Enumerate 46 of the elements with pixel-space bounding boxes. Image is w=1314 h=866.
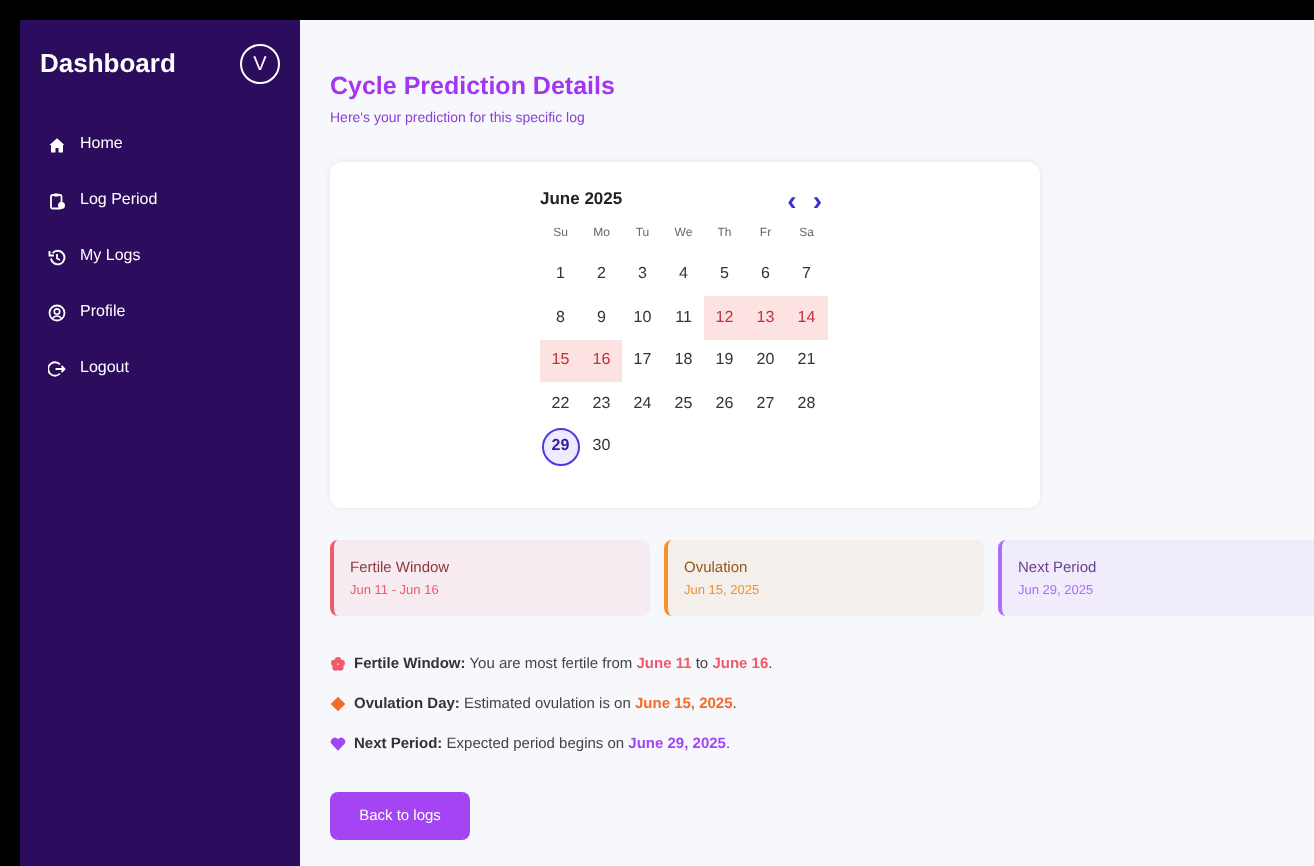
calendar-day[interactable]: 7 — [786, 253, 827, 296]
calendar-day[interactable]: 15 — [540, 339, 581, 382]
sidebar-item[interactable]: Logout — [40, 340, 280, 396]
calendar-day[interactable]: 20 — [745, 339, 786, 382]
clipboard-icon — [48, 191, 66, 209]
calendar-day[interactable]: 18 — [663, 339, 704, 382]
calendar-day[interactable]: 27 — [745, 382, 786, 425]
month-label: June 2025 — [540, 186, 625, 212]
calendar-day[interactable]: 19 — [704, 339, 745, 382]
calendar-day[interactable]: 22 — [540, 382, 581, 425]
logout-icon — [48, 359, 66, 377]
sidebar-item[interactable]: Log Period — [40, 172, 280, 228]
calendar-day[interactable]: 11 — [663, 296, 704, 339]
calendar-day[interactable]: 9 — [581, 296, 622, 339]
calendar-day[interactable]: 28 — [786, 382, 827, 425]
home-icon — [48, 135, 66, 153]
calendar-day[interactable]: 24 — [622, 382, 663, 425]
calendar-day[interactable]: 10 — [622, 296, 663, 339]
calendar-day[interactable]: 13 — [745, 296, 786, 339]
sidebar-item[interactable]: Home — [40, 116, 280, 172]
calendar-day[interactable]: 30 — [581, 425, 622, 468]
calendar-day[interactable]: 1 — [540, 253, 581, 296]
profile-icon — [48, 303, 66, 321]
calendar-day[interactable]: 17 — [622, 339, 663, 382]
calendar-day[interactable]: 3 — [622, 253, 663, 296]
history-icon — [48, 247, 66, 265]
calendar-day[interactable]: 2 — [581, 253, 622, 296]
calendar-day[interactable]: 21 — [786, 339, 827, 382]
calendar-day[interactable]: 4 — [663, 253, 704, 296]
next-month-button[interactable]: › — [804, 185, 830, 213]
calendar-day[interactable]: 12 — [704, 296, 745, 339]
sidebar-item[interactable]: Profile — [40, 284, 280, 340]
previous-month-button[interactable]: ‹ — [779, 185, 805, 213]
calendar-day[interactable]: 16 — [581, 339, 622, 382]
calendar-day[interactable]: 25 — [663, 382, 704, 425]
sidebar-title: Dashboard — [40, 46, 176, 83]
avatar[interactable]: V — [240, 44, 280, 84]
page-title: Cycle Prediction Details — [330, 72, 617, 102]
sidebar-item[interactable]: My Logs — [40, 228, 280, 284]
calendar-day[interactable]: 29 — [540, 425, 581, 468]
calendar-day[interactable]: 5 — [704, 253, 745, 296]
calendar-day[interactable]: 8 — [540, 296, 581, 339]
calendar-day[interactable]: 23 — [581, 382, 622, 425]
calendar-day[interactable]: 26 — [704, 382, 745, 425]
calendar-day[interactable]: 14 — [786, 296, 827, 339]
calendar-day[interactable]: 6 — [745, 253, 786, 296]
